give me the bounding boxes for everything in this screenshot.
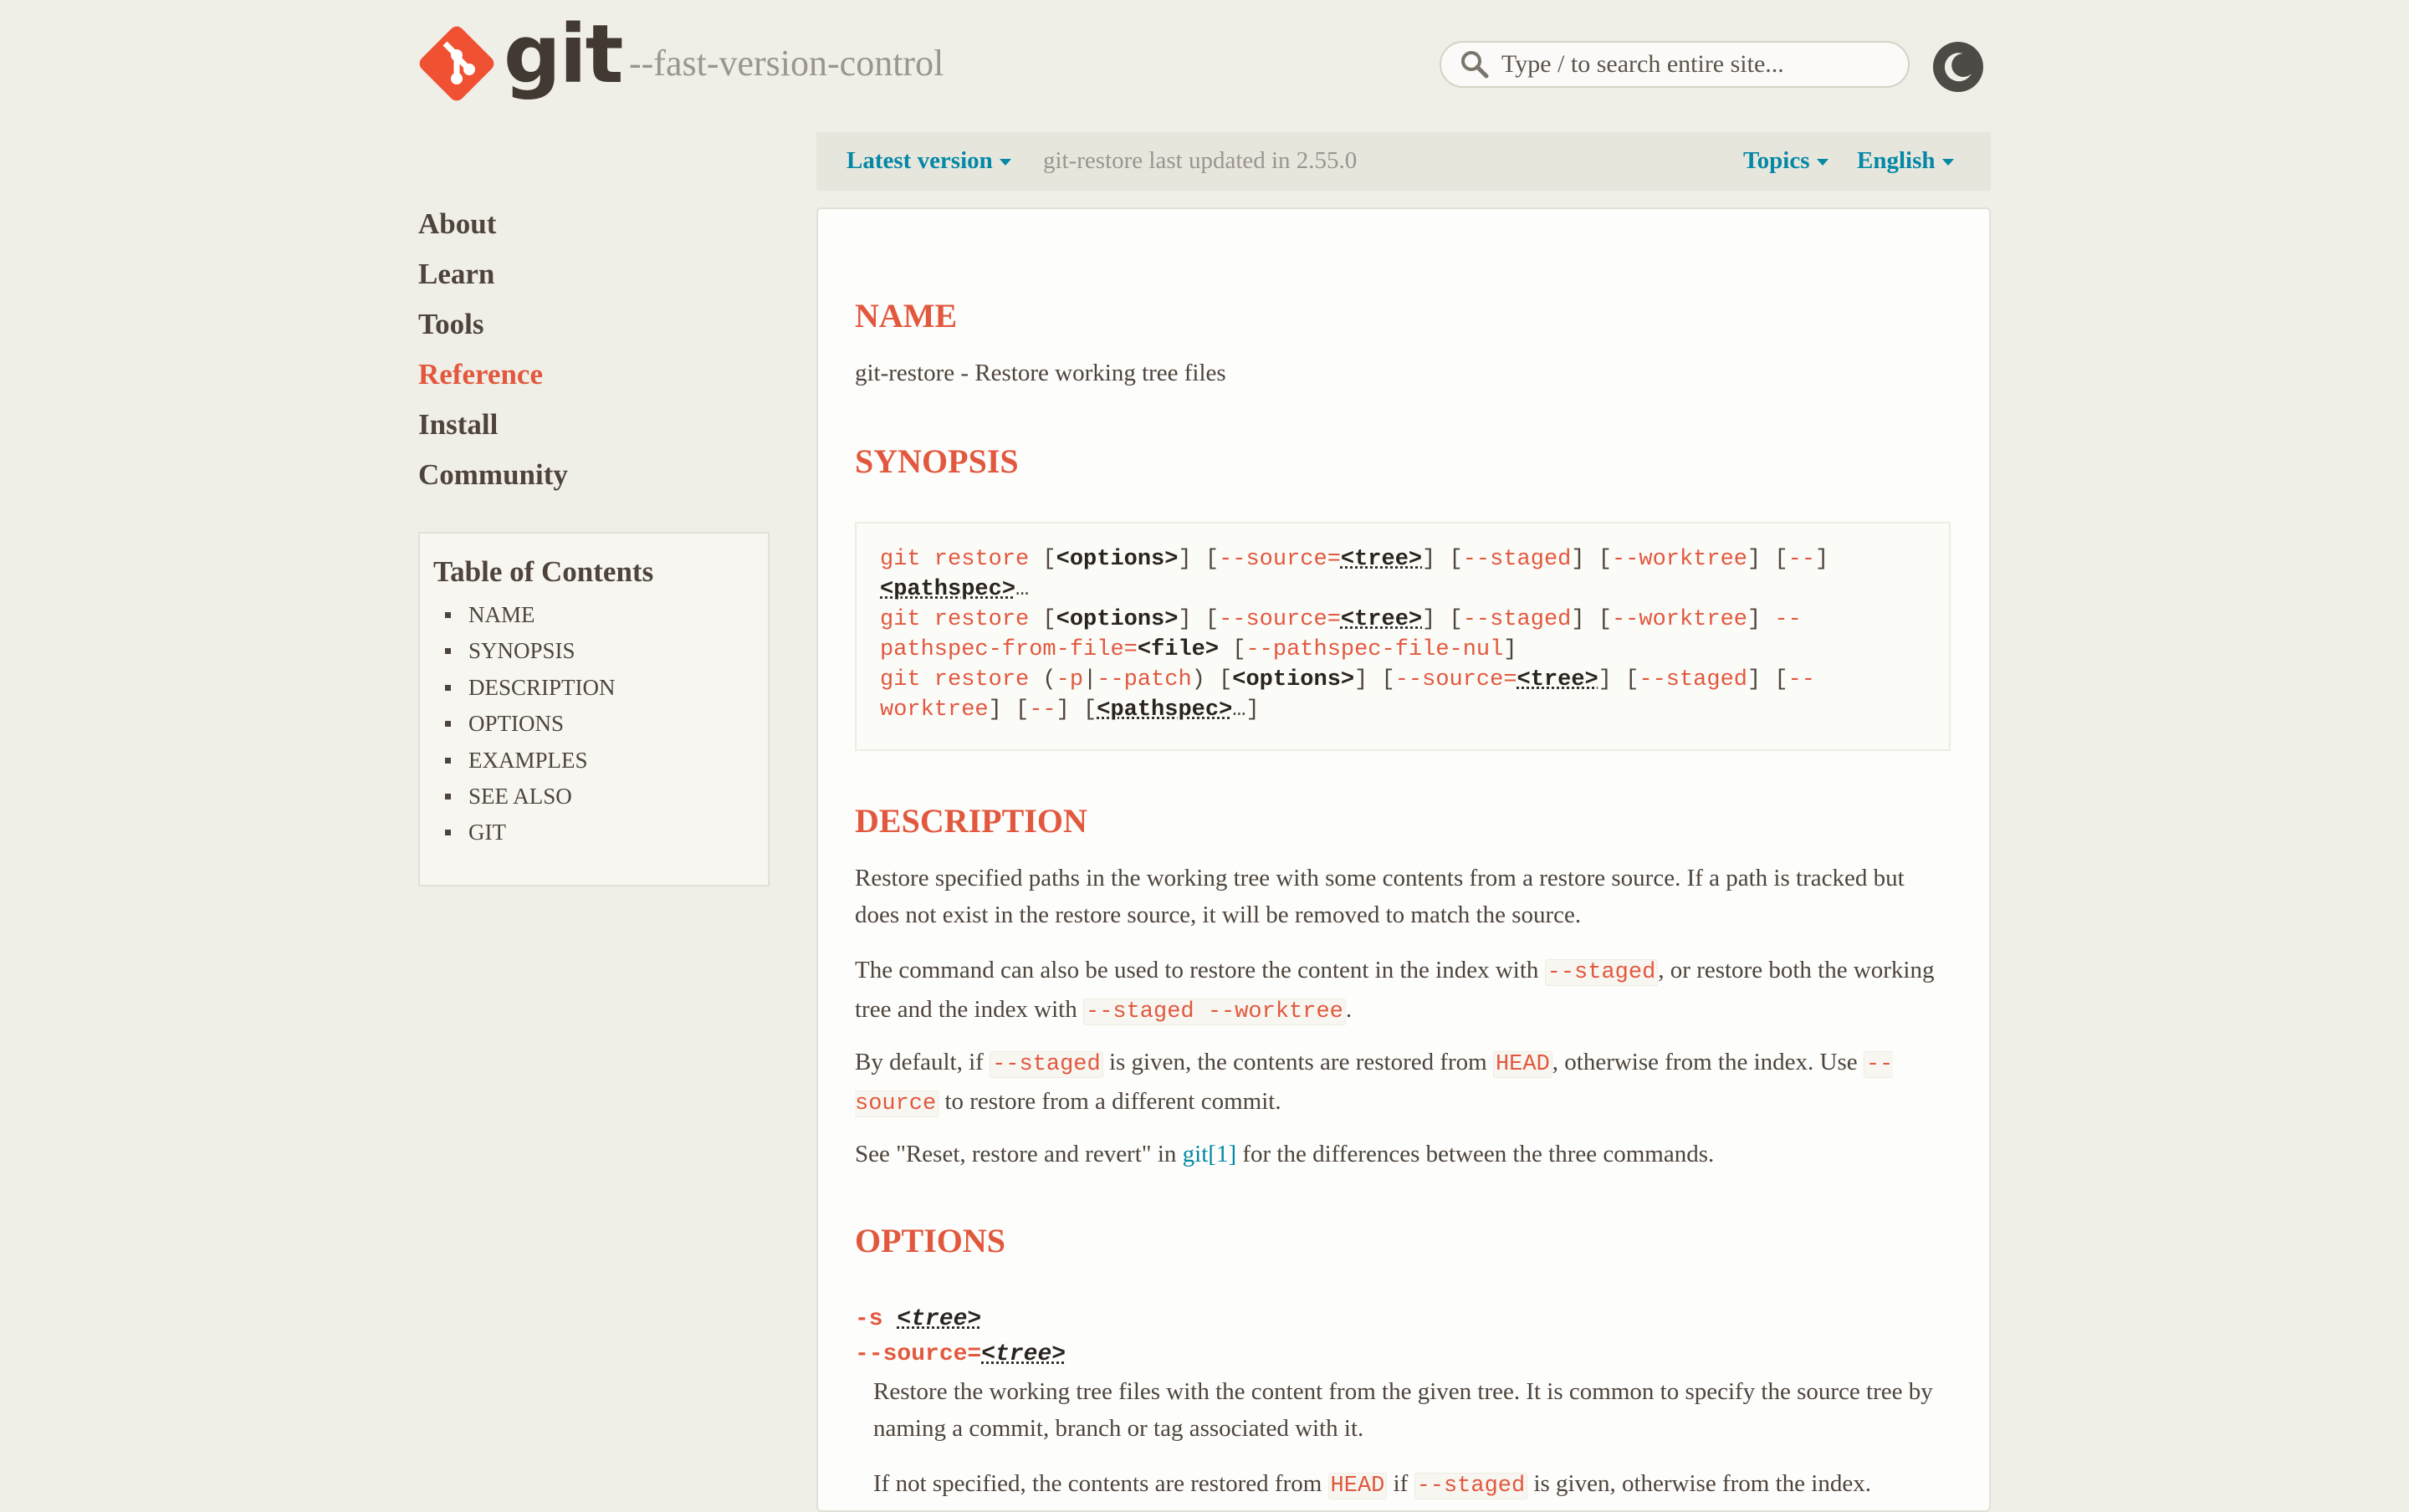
option-source-description: Restore the working tree files with the … [873, 1373, 1952, 1447]
language-label: English [1857, 147, 1936, 174]
toc-item-examples[interactable]: EXAMPLES [445, 743, 616, 779]
synopsis-heading: SYNOPSIS [855, 442, 1019, 481]
nav-tools[interactable]: Tools [418, 299, 568, 350]
option-source-description-2: If not specified, the contents are resto… [873, 1465, 1952, 1504]
synopsis-line-2: <pathspec>… [880, 577, 1029, 602]
man-page-content: NAME git-restore - Restore working tree … [816, 207, 1991, 1512]
description-heading: DESCRIPTION [855, 801, 1087, 840]
nav-reference[interactable]: Reference [418, 350, 568, 400]
last-updated-text: git-restore last updated in 2.55.0 [1043, 147, 1357, 175]
synopsis-line-4: pathspec-from-file=<file> [--pathspec-fi… [880, 637, 1517, 662]
name-heading: NAME [855, 296, 957, 335]
description-paragraph-4: See "Reset, restore and revert" in git[1… [855, 1136, 1951, 1172]
name-text: git-restore - Restore working tree files [855, 355, 1951, 391]
toc-list: NAME SYNOPSIS DESCRIPTION OPTIONS EXAMPL… [445, 597, 616, 851]
language-dropdown[interactable]: English [1857, 147, 1954, 175]
latest-version-dropdown[interactable]: Latest version [846, 147, 1011, 175]
chevron-down-icon [1942, 159, 1954, 166]
topics-label: Topics [1743, 147, 1810, 174]
search-input[interactable] [1500, 49, 1888, 79]
table-of-contents: Table of Contents NAME SYNOPSIS DESCRIPT… [418, 532, 770, 886]
nav-install[interactable]: Install [418, 400, 568, 450]
nav-learn[interactable]: Learn [418, 249, 568, 299]
nav-about[interactable]: About [418, 199, 568, 249]
latest-version-label: Latest version [846, 147, 993, 174]
option-term-long: --source=<tree> [855, 1341, 1066, 1367]
option-term-short: -s <tree> [855, 1306, 981, 1332]
search-icon [1460, 49, 1490, 79]
description-paragraph-2: The command can also be used to restore … [855, 952, 1951, 1030]
synopsis-code-block: git restore [<options>] [--source=<tree>… [855, 522, 1951, 751]
description-paragraph-1: Restore specified paths in the working t… [855, 860, 1951, 933]
toc-item-see-also[interactable]: SEE ALSO [445, 779, 616, 815]
toc-title: Table of Contents [433, 555, 653, 589]
synopsis-line-5: git restore (-p|--patch) [<options>] [--… [880, 667, 1815, 692]
main-nav: About Learn Tools Reference Install Comm… [418, 199, 568, 500]
options-heading: OPTIONS [855, 1221, 1005, 1260]
chevron-down-icon [1817, 159, 1828, 166]
git-logo[interactable]: git [417, 23, 622, 104]
moon-icon [1941, 50, 1975, 84]
search-box[interactable] [1440, 41, 1910, 88]
toc-item-options[interactable]: OPTIONS [445, 706, 616, 742]
toc-item-git[interactable]: GIT [445, 815, 616, 850]
logo-wordmark: git [504, 14, 622, 94]
git-logo-icon [417, 23, 497, 104]
tagline: --fast-version-control [629, 42, 944, 84]
nav-community[interactable]: Community [418, 450, 568, 500]
synopsis-line-3: git restore [<options>] [--source=<tree>… [880, 607, 1802, 632]
toc-item-description[interactable]: DESCRIPTION [445, 670, 616, 706]
synopsis-line-6: worktree] [--] [<pathspec>…] [880, 697, 1260, 723]
theme-toggle-button[interactable] [1933, 42, 1983, 92]
chevron-down-icon [1000, 159, 1011, 166]
version-bar: Latest version git-restore last updated … [816, 132, 1991, 191]
toc-item-name[interactable]: NAME [445, 597, 616, 633]
toc-item-synopsis[interactable]: SYNOPSIS [445, 633, 616, 669]
topics-dropdown[interactable]: Topics [1743, 147, 1828, 175]
synopsis-line-1: git restore [<options>] [--source=<tree>… [880, 547, 1828, 572]
description-paragraph-3: By default, if --staged is given, the co… [855, 1044, 1951, 1122]
git-manpage-link[interactable]: git[1] [1183, 1141, 1236, 1167]
